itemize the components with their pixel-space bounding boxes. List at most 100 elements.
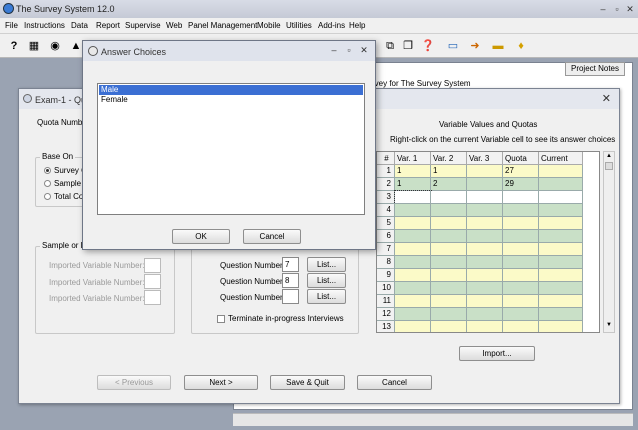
cancel-button[interactable]: Cancel [243,229,301,244]
grid-cell-var1[interactable] [395,243,431,256]
base-on-radio-sample[interactable] [44,180,51,187]
table-row[interactable]: 8 [377,256,599,269]
project-notes-button[interactable]: Project Notes [565,62,625,76]
grid-cell-var3[interactable] [467,217,503,230]
save-quit-button[interactable]: Save & Quit [270,375,345,390]
grid-cell-var3[interactable] [467,191,503,204]
grid-cell-var3[interactable] [467,308,503,321]
grid-cell-var2[interactable]: 1 [431,165,467,178]
pages-icon[interactable]: ❐ [400,38,416,54]
question-number-input-3[interactable] [282,289,299,304]
ok-button[interactable]: OK [172,229,230,244]
copy-icon[interactable]: ⧉ [382,38,398,54]
table-row[interactable]: 5 [377,217,599,230]
scroll-down-icon[interactable]: ▼ [606,322,612,328]
quota-grid[interactable]: # Var. 1 Var. 2 Var. 3 Quota Current 111… [376,151,600,333]
grid-cell-var3[interactable] [467,230,503,243]
grid-cell-current[interactable] [539,165,583,178]
grid-cell-var2[interactable] [431,204,467,217]
imported-variable-input-2[interactable] [144,274,161,289]
table-row[interactable]: 7 [377,243,599,256]
menu-panel-management[interactable]: Panel Management [188,21,257,30]
grid-cell-var1[interactable] [395,217,431,230]
grid-cell-current[interactable] [539,282,583,295]
grid-cell-var2[interactable] [431,269,467,282]
answer-choices-list[interactable]: Male Female [97,83,365,215]
base-on-radio-survey[interactable] [44,167,51,174]
grid-cell-var1[interactable]: 1 [395,165,431,178]
list-button-2[interactable]: List... [307,273,346,288]
grid-cell-var1[interactable] [395,230,431,243]
help-icon[interactable]: ? [6,38,22,54]
grid-cell-current[interactable] [539,178,583,191]
table-row[interactable]: 10 [377,282,599,295]
grid-cell-current[interactable] [539,256,583,269]
table-row[interactable]: 2 1 2 29 [377,178,599,191]
grid-cell-quota[interactable] [503,256,539,269]
grid-cell-current[interactable] [539,308,583,321]
grid-cell-var1[interactable] [394,190,432,205]
grid-cell-var1[interactable] [395,308,431,321]
menu-supervise[interactable]: Supervise [125,21,161,30]
grid-cell-current[interactable] [539,191,583,204]
grid-cell-quota[interactable] [503,282,539,295]
scroll-thumb[interactable] [605,162,613,170]
grid-cell-var3[interactable] [467,178,503,191]
menu-mobile[interactable]: Mobile [257,21,281,30]
grid-cell-current[interactable] [539,230,583,243]
grid-cell-var1[interactable] [395,204,431,217]
grid-cell-quota[interactable] [503,243,539,256]
grid-cell-var3[interactable] [467,269,503,282]
next-button[interactable]: Next > [184,375,258,390]
window-icon[interactable]: ▭ [445,38,461,54]
grid-cell-var1[interactable] [395,282,431,295]
imported-variable-input-1[interactable] [144,258,161,273]
table-row[interactable]: 11 [377,295,599,308]
grid-cell-var1[interactable] [395,269,431,282]
table-row[interactable]: 12 [377,308,599,321]
restore-icon[interactable]: ▫ [610,3,624,15]
grid-cell-var1[interactable] [395,295,431,308]
eye-icon[interactable]: ◉ [47,38,63,54]
grid-cell-quota[interactable]: 29 [503,178,539,191]
grid-cell-quota[interactable]: 27 [503,165,539,178]
grid-cell-quota[interactable] [503,308,539,321]
grid-scrollbar[interactable]: ▲ ▼ [603,151,615,333]
menu-utilities[interactable]: Utilities [286,21,312,30]
terminate-checkbox[interactable] [217,315,225,323]
terminate-label[interactable]: Terminate in-progress Interviews [228,314,344,323]
grid-cell-var3[interactable] [467,204,503,217]
grid-cell-current[interactable] [539,269,583,282]
menu-add-ins[interactable]: Add-ins [318,21,345,30]
minimize-icon[interactable]: – [596,3,610,15]
minimize-icon[interactable]: – [327,44,341,56]
grid-cell-quota[interactable] [503,321,539,332]
grid-cell-quota[interactable] [503,191,539,204]
grid-icon[interactable]: ▦ [26,38,42,54]
grid-cell-current[interactable] [539,217,583,230]
grid-cell-var2[interactable]: 2 [431,178,467,191]
cancel-button[interactable]: Cancel [357,375,432,390]
grid-cell-quota[interactable] [503,230,539,243]
grid-cell-var2[interactable] [431,230,467,243]
list-item[interactable]: Female [99,95,363,105]
grid-cell-quota[interactable] [503,269,539,282]
grid-cell-var3[interactable] [467,165,503,178]
base-on-radio-total[interactable] [44,193,51,200]
horizontal-scrollbar[interactable] [233,413,633,426]
grid-cell-var2[interactable] [431,243,467,256]
grid-cell-quota[interactable] [503,204,539,217]
maximize-icon[interactable]: ▫ [342,44,356,56]
grid-cell-var2[interactable] [431,256,467,269]
grid-cell-var3[interactable] [467,321,503,332]
list-item[interactable]: Male [99,85,363,95]
grid-cell-quota[interactable] [503,295,539,308]
menu-report[interactable]: Report [96,21,120,30]
grid-cell-var2[interactable] [431,295,467,308]
list-button-1[interactable]: List... [307,257,346,272]
grid-cell-current[interactable] [539,321,583,332]
folder-icon[interactable]: ▬ [490,38,506,54]
previous-button[interactable]: < Previous [97,375,171,390]
menu-help[interactable]: Help [349,21,365,30]
export-icon[interactable]: ➜ [467,38,483,54]
